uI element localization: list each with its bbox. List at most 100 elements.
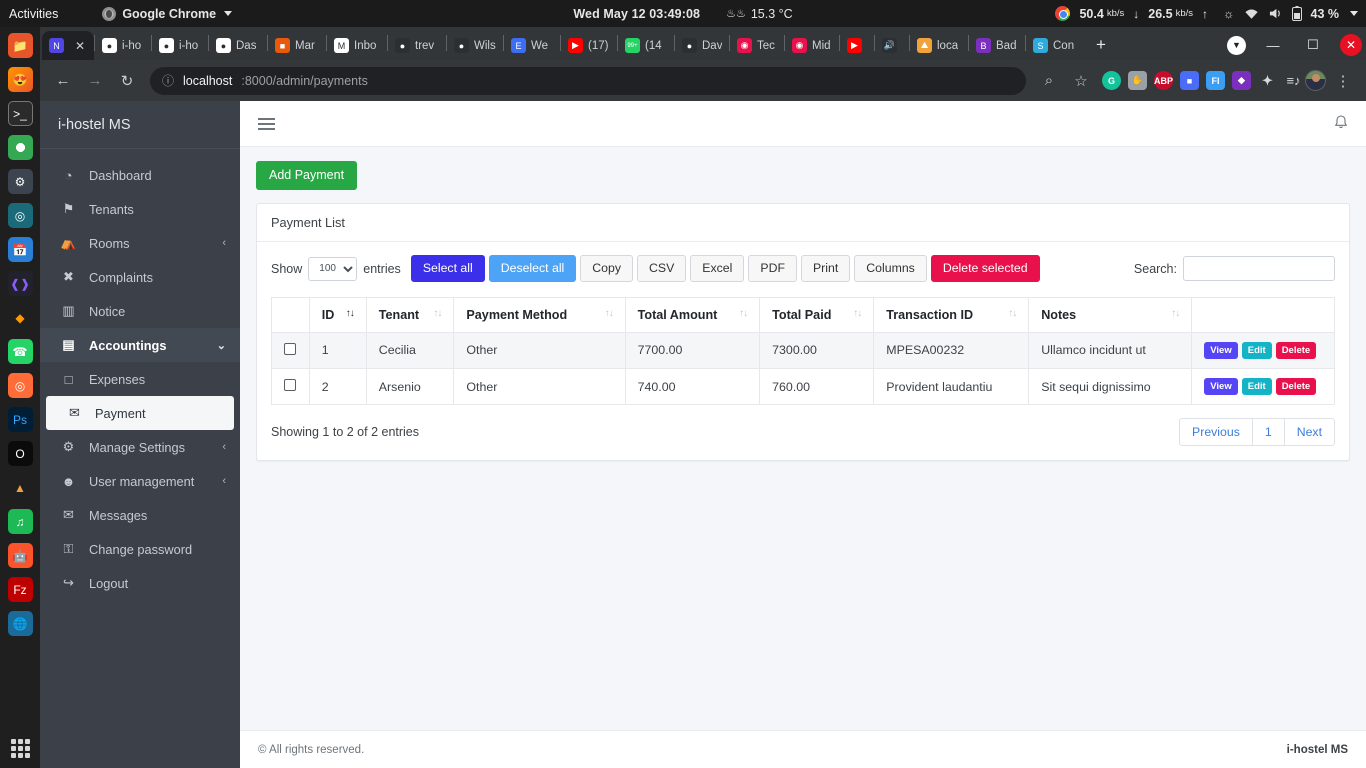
sidebar-item-accountings[interactable]: ▤ Accountings ⌄ [40, 328, 240, 362]
browser-tab[interactable]: ● trev [388, 31, 446, 60]
dt-button-excel[interactable]: Excel [690, 254, 745, 283]
sidebar-item-change-password[interactable]: ⚿ Change password [40, 532, 240, 566]
sidebar-item-rooms[interactable]: ⛺ Rooms ‹ [40, 226, 240, 260]
site-info-icon[interactable]: ⓘ [162, 72, 174, 89]
grammarly-extension[interactable]: G [1102, 71, 1121, 90]
delete-button[interactable]: Delete [1275, 377, 1317, 396]
media-playlist-button[interactable]: ≡♪ [1284, 71, 1303, 90]
column-header-total-paid[interactable]: Total Paid ↑↓ [759, 296, 875, 333]
dock-item-terminal[interactable]: >_ [7, 101, 33, 126]
dock-item-chrome[interactable] [7, 135, 33, 160]
close-tab-icon[interactable]: ✕ [75, 39, 85, 53]
volume-icon[interactable] [1268, 7, 1283, 20]
dock-item-notify[interactable]: ▲ [7, 475, 33, 500]
sidebar-brand[interactable]: i-hostel MS [40, 101, 240, 149]
search-input[interactable] [1183, 256, 1335, 281]
browser-tab[interactable]: M Inbo [327, 31, 387, 60]
browser-tab[interactable]: B Bad [969, 31, 1025, 60]
dt-button-pdf[interactable]: PDF [748, 254, 797, 283]
dock-item-vscode[interactable]: ❰❱ [7, 271, 33, 296]
system-menu-chevron-icon[interactable] [1350, 11, 1358, 16]
back-button[interactable]: ← [48, 66, 78, 96]
weather-indicator[interactable]: ♨♨ 15.3 °C [726, 7, 793, 21]
reload-button[interactable]: ↻ [112, 66, 142, 96]
browser-tab[interactable]: S Con [1026, 31, 1088, 60]
sidebar-item-tenants[interactable]: ⚑ Tenants [40, 192, 240, 226]
browser-tab[interactable]: ● Wils [447, 31, 503, 60]
sidebar-item-manage-settings[interactable]: ⚙ Manage Settings ‹ [40, 430, 240, 464]
dt-button-columns[interactable]: Columns [854, 254, 927, 283]
row-checkbox[interactable] [284, 342, 296, 355]
dock-item-postman[interactable]: ◎ [7, 373, 33, 398]
edit-button[interactable]: Edit [1241, 377, 1272, 396]
adblock-plus-extension[interactable]: ABP [1154, 71, 1173, 90]
dt-button-print[interactable]: Print [800, 254, 851, 283]
browser-tab[interactable]: ● Dav [675, 31, 729, 60]
figma-extension[interactable]: FI [1206, 71, 1225, 90]
active-app-menu[interactable]: Google Chrome [102, 6, 233, 21]
dock-item-sublime[interactable]: ◆ [7, 305, 33, 330]
dock-item-calendar[interactable]: 📅 [7, 237, 33, 262]
browser-tab[interactable]: 99+ (14 [618, 31, 674, 60]
column-header-tenant[interactable]: Tenant ↑↓ [365, 296, 455, 333]
sidebar-item-dashboard[interactable]: ◔ Dashboard [40, 158, 240, 192]
browser-tab[interactable]: ⛰ loca [910, 31, 968, 60]
column-header-id[interactable]: ID ↑↓ [308, 296, 367, 333]
dt-button-delete-selected[interactable]: Delete selected [930, 254, 1040, 283]
browser-tab[interactable]: 🔊 [875, 31, 909, 60]
column-header-payment-method[interactable]: Payment Method ↑↓ [453, 296, 626, 333]
new-tab-button[interactable]: + [1088, 32, 1114, 58]
column-header-transaction-id[interactable]: Transaction ID ↑↓ [873, 296, 1030, 333]
notification-bell-icon[interactable] [1334, 114, 1348, 133]
page-length-select[interactable]: 102550100 [308, 256, 358, 281]
maximize-button[interactable]: ☐ [1300, 33, 1326, 57]
row-checkbox[interactable] [284, 379, 296, 392]
sidebar-item-payment[interactable]: ✉ Payment [46, 396, 234, 430]
browser-tab[interactable]: ● Das [209, 31, 267, 60]
edit-button[interactable]: Edit [1241, 341, 1272, 359]
close-window-button[interactable]: ✕ [1340, 34, 1362, 56]
dock-item-whatsapp[interactable]: ☎ [7, 339, 33, 364]
dock-item-target[interactable]: ◎ [7, 203, 33, 228]
view-button[interactable]: View [1204, 377, 1238, 396]
browser-tab[interactable]: ▶ (17) [561, 31, 617, 60]
browser-tab[interactable]: ■ Mar [268, 31, 326, 60]
dock-item-firefox[interactable]: 😍 [7, 67, 33, 92]
sidebar-item-user-management[interactable]: ☻ User management ‹ [40, 464, 240, 498]
video-recorder-extension[interactable]: ■ [1180, 71, 1199, 90]
dock-item-spotify[interactable]: ♫ [7, 509, 33, 534]
bookmark-star-icon[interactable]: ☆ [1066, 66, 1096, 96]
column-header-total-amount[interactable]: Total Amount ↑↓ [624, 296, 761, 333]
add-payment-button[interactable]: Add Payment [256, 161, 358, 190]
sidebar-item-complaints[interactable]: ✖ Complaints [40, 260, 240, 294]
dock-item-files[interactable]: 📁 [7, 33, 33, 58]
browser-tab[interactable]: E We [504, 31, 560, 60]
pagination-1[interactable]: 1 [1251, 418, 1285, 447]
dock-item-filezilla[interactable]: Fz [7, 577, 33, 602]
column-header-notes[interactable]: Notes ↑↓ [1028, 296, 1193, 333]
sidebar-item-expenses[interactable]: □ Expenses [40, 362, 240, 396]
sidebar-item-messages[interactable]: ✉ Messages [40, 498, 240, 532]
dock-item-globe[interactable]: 🌐 [7, 611, 33, 636]
chrome-tray-icon[interactable] [1055, 6, 1071, 21]
browser-tab[interactable]: N ✕ [42, 31, 94, 60]
address-bar[interactable]: ⓘ localhost:8000/admin/payments [150, 66, 1026, 95]
chrome-menu-button[interactable]: ⋮ [1328, 66, 1358, 96]
pagination-next[interactable]: Next [1283, 418, 1335, 447]
view-button[interactable]: View [1204, 341, 1238, 359]
forward-button[interactable]: → [80, 66, 110, 96]
browser-tab[interactable]: ▶ [840, 31, 874, 60]
battery-icon[interactable] [1291, 6, 1302, 21]
delete-button[interactable]: Delete [1275, 341, 1317, 359]
sidebar-item-notice[interactable]: ▥ Notice [40, 294, 240, 328]
tab-search-button[interactable]: ▼ [1227, 35, 1246, 55]
dock-item-brave[interactable]: 🤖 [7, 543, 33, 568]
profile-avatar[interactable] [1305, 70, 1326, 91]
crypto-wallet-extension[interactable]: ◆ [1232, 71, 1251, 90]
activities-button[interactable]: Activities [9, 7, 58, 21]
brightness-icon[interactable]: ☼ [1223, 7, 1234, 21]
dt-button-select-all[interactable]: Select all [410, 254, 485, 283]
dock-item-settings[interactable]: ⚙ [7, 169, 33, 194]
zoom-icon[interactable]: ⌕ [1034, 66, 1064, 96]
hamburger-icon[interactable] [258, 117, 275, 130]
